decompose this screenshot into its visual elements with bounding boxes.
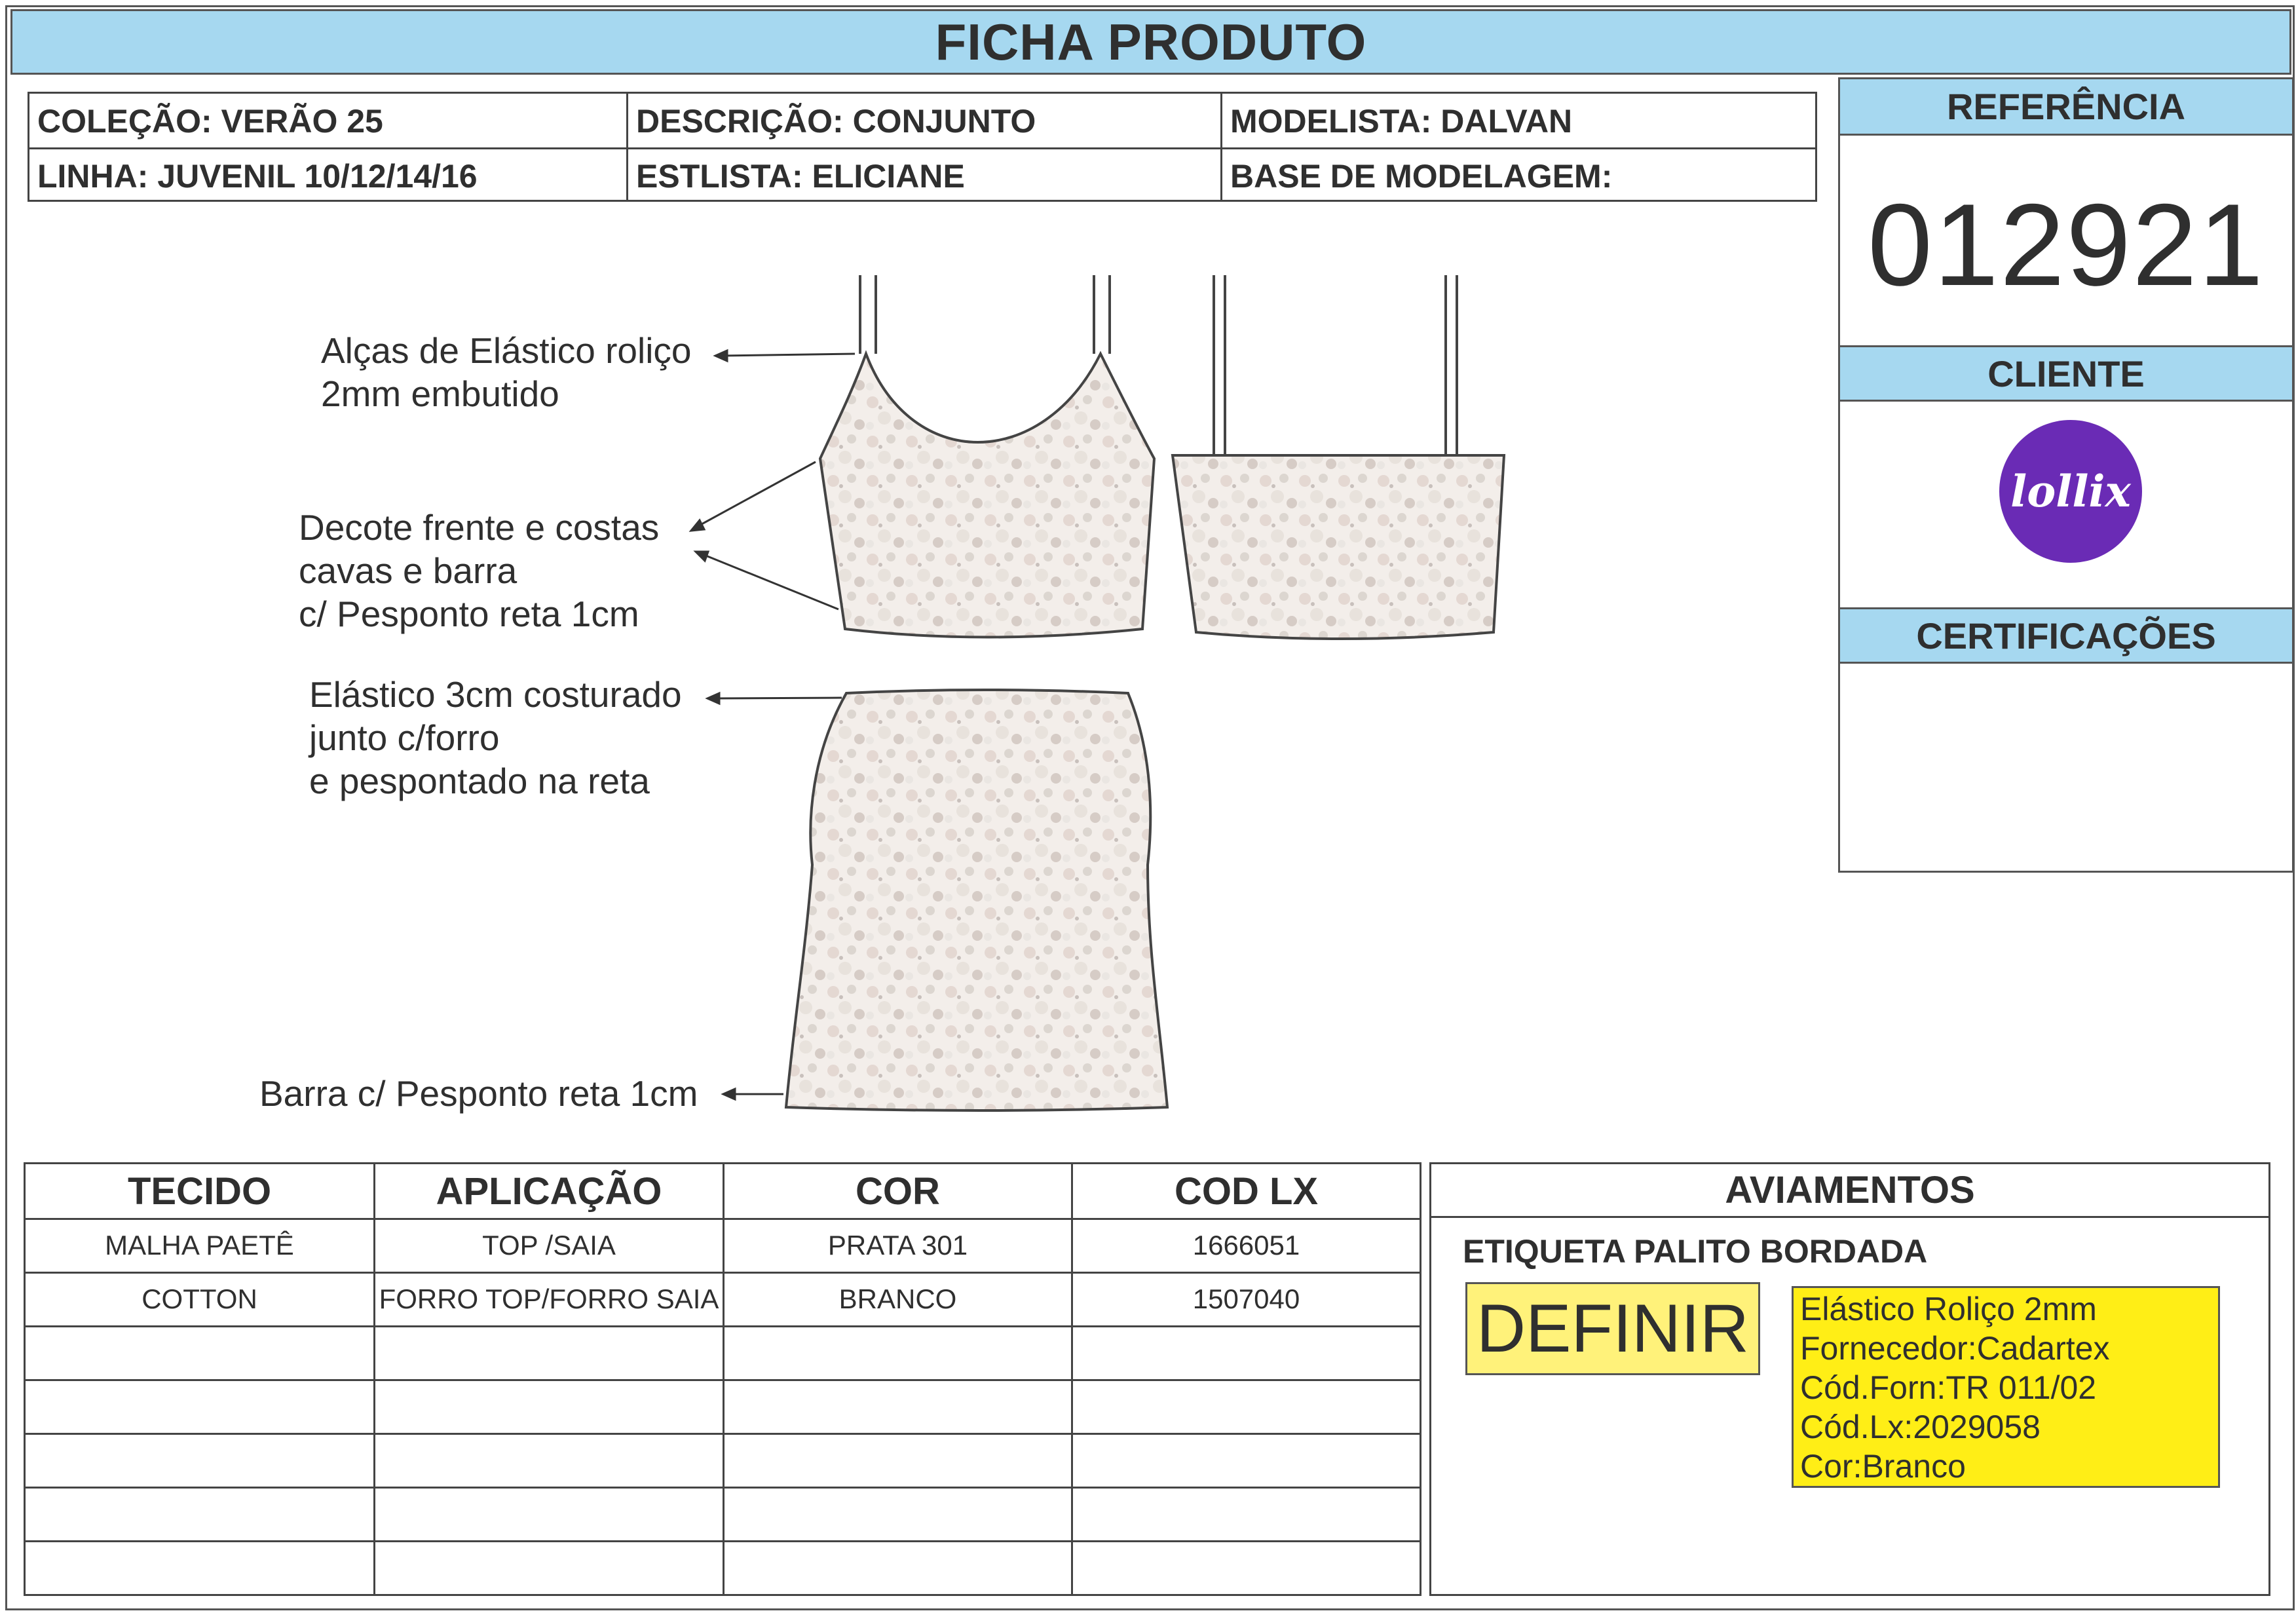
table-cell: BRANCO xyxy=(838,1283,957,1314)
skirt xyxy=(784,689,1169,1112)
table-cell: COTTON xyxy=(141,1283,257,1314)
materials-table: TECIDO APLICAÇÃO COR COD LX MALHA PAETÊ … xyxy=(24,1162,1421,1596)
table-cell: TOP /SAIA xyxy=(482,1230,616,1261)
column-header-cod-lx: COD LX xyxy=(1174,1169,1319,1213)
note-line: Cód.Lx:2029058 xyxy=(1800,1409,2041,1445)
table-divider xyxy=(26,1487,1420,1489)
annotation-alcas: Alças de Elástico roliço 2mm embutido xyxy=(321,330,692,414)
aviamentos-subtitle: ETIQUETA PALITO BORDADA xyxy=(1463,1233,1928,1270)
annotation-decote: Decote frente e costas cavas e barra c/ … xyxy=(299,507,660,634)
elastic-note: Elástico Roliço 2mm Fornecedor:Cadartex … xyxy=(1792,1286,2220,1488)
note-line: Elástico Roliço 2mm xyxy=(1800,1291,2097,1327)
top-back xyxy=(1171,275,1506,640)
table-divider xyxy=(26,1379,1420,1381)
top-front xyxy=(818,275,1156,639)
column-header-aplicacao: APLICAÇÃO xyxy=(436,1169,662,1213)
annotation-barra: Barra c/ Pesponto reta 1cm xyxy=(259,1073,698,1114)
annotation-elastico: Elástico 3cm costurado junto c/forro e p… xyxy=(309,674,682,801)
table-cell: FORRO TOP/FORRO SAIA xyxy=(379,1283,719,1314)
table-divider xyxy=(26,1325,1420,1327)
aviamentos-panel: AVIAMENTOS ETIQUETA PALITO BORDADA DEFIN… xyxy=(1429,1162,2270,1596)
table-cell: PRATA 301 xyxy=(827,1230,968,1261)
note-line: Fornecedor:Cadartex xyxy=(1800,1330,2110,1367)
table-cell: MALHA PAETÊ xyxy=(105,1230,294,1261)
table-cell: 1666051 xyxy=(1192,1230,1300,1261)
table-divider xyxy=(26,1433,1420,1435)
table-cell: 1507040 xyxy=(1192,1283,1300,1314)
note-line: Cor:Branco xyxy=(1800,1448,1966,1485)
column-header-tecido: TECIDO xyxy=(127,1169,272,1213)
column-header-cor: COR xyxy=(856,1169,940,1213)
table-divider xyxy=(26,1540,1420,1542)
aviamentos-header: AVIAMENTOS xyxy=(1431,1164,2268,1218)
definir-box: DEFINIR xyxy=(1465,1282,1760,1375)
note-line: Cód.Forn:TR 011/02 xyxy=(1800,1369,2097,1406)
